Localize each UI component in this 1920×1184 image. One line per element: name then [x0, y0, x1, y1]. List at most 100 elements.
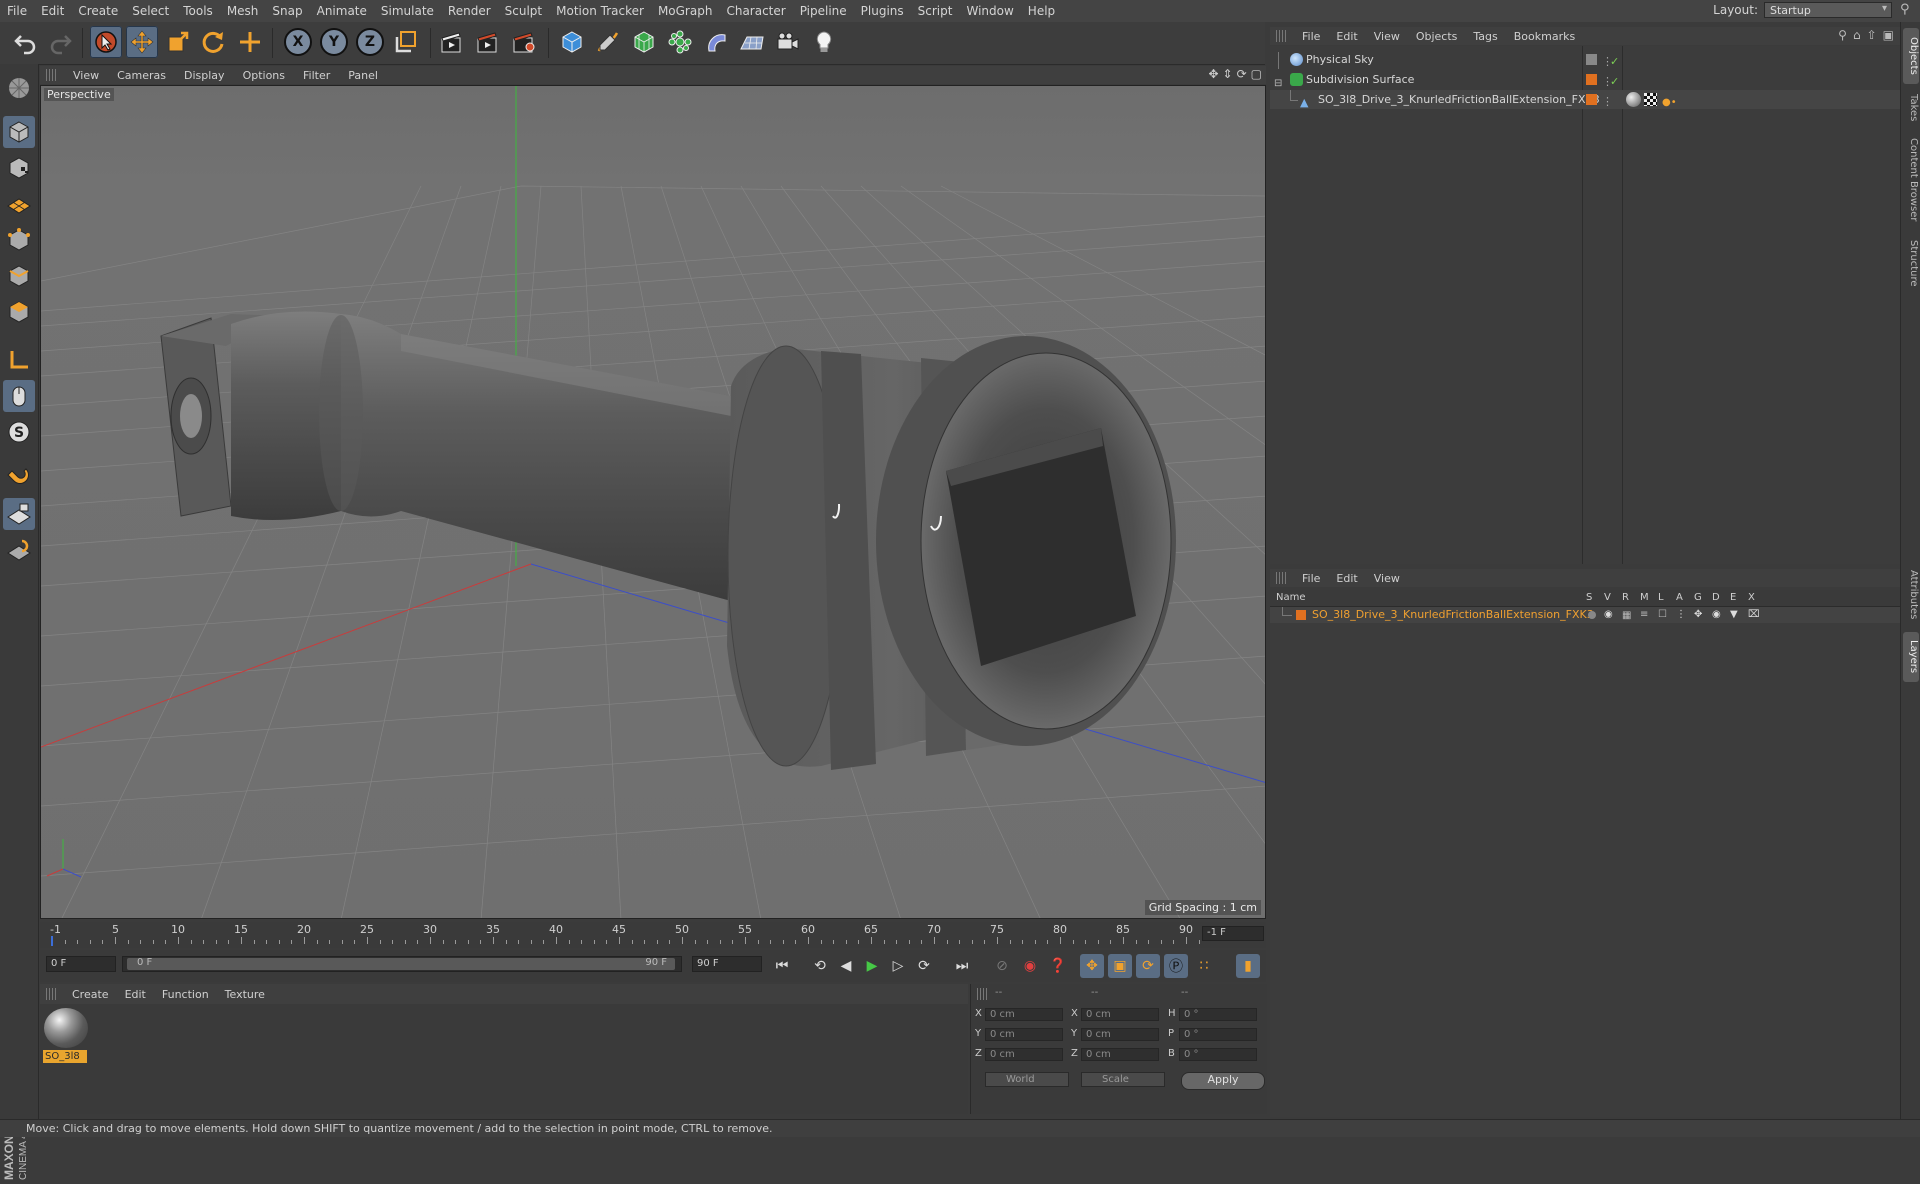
- om-menu-view[interactable]: View: [1366, 30, 1408, 43]
- rot-h-field[interactable]: 0 °: [1179, 1008, 1257, 1021]
- enabled-check-icon[interactable]: ✓: [1610, 52, 1619, 71]
- size-x-field[interactable]: 0 cm: [1081, 1008, 1159, 1021]
- lock-icon[interactable]: ☐: [1658, 609, 1667, 620]
- start-frame-field[interactable]: 0 F: [46, 956, 116, 972]
- x-axis-lock-button[interactable]: X: [282, 26, 314, 58]
- tab-takes[interactable]: Takes: [1903, 86, 1919, 130]
- camera-button[interactable]: [772, 26, 804, 58]
- om-menu-objects[interactable]: Objects: [1408, 30, 1466, 43]
- lm-menu-edit[interactable]: Edit: [1328, 572, 1365, 585]
- om-menu-tags[interactable]: Tags: [1465, 30, 1505, 43]
- viewport-menu-display[interactable]: Display: [175, 69, 234, 82]
- texture-tag-icon[interactable]: [1626, 92, 1641, 107]
- render-settings-button[interactable]: [508, 26, 540, 58]
- render-icon[interactable]: ▦: [1622, 610, 1631, 621]
- layout-dropdown[interactable]: Startup: [1764, 2, 1892, 18]
- autokey-button[interactable]: ◉: [1018, 954, 1042, 978]
- column-deformers[interactable]: D: [1712, 592, 1720, 603]
- move-tool-button[interactable]: [126, 26, 158, 58]
- panel-grip-icon[interactable]: [977, 988, 987, 1000]
- snapping-button[interactable]: S: [3, 416, 35, 448]
- viewport-menu-cameras[interactable]: Cameras: [108, 69, 175, 82]
- pos-y-field[interactable]: 0 cm: [985, 1028, 1063, 1041]
- menu-file[interactable]: File: [0, 4, 34, 18]
- apply-button[interactable]: Apply: [1181, 1072, 1265, 1090]
- render-view-button[interactable]: [436, 26, 468, 58]
- deformer-button[interactable]: [700, 26, 732, 58]
- z-axis-lock-button[interactable]: Z: [354, 26, 386, 58]
- menu-script[interactable]: Script: [911, 4, 960, 18]
- menu-tools[interactable]: Tools: [176, 4, 220, 18]
- perspective-viewport[interactable]: Perspective Grid Spacing : 1 cm: [40, 85, 1266, 919]
- rotate-tool-button[interactable]: [198, 26, 230, 58]
- pan-icon[interactable]: ✥: [1208, 67, 1218, 81]
- object-row-subdivision-surface[interactable]: ⊟ Subdivision Surface ⋮ ✓: [1270, 70, 1900, 89]
- size-mode-dropdown[interactable]: Scale: [1081, 1072, 1165, 1087]
- layer-row[interactable]: SO_3l8_Drive_3_KnurledFrictionBallExtens…: [1270, 607, 1900, 623]
- manager-icon[interactable]: ≡: [1640, 609, 1648, 620]
- layer-color-icon[interactable]: [1586, 74, 1597, 85]
- menu-sculpt[interactable]: Sculpt: [498, 4, 549, 18]
- menu-animate[interactable]: Animate: [310, 4, 374, 18]
- eye-icon[interactable]: ◉: [1604, 609, 1613, 620]
- floor-button[interactable]: [736, 26, 768, 58]
- column-solo[interactable]: S: [1586, 592, 1592, 603]
- timeline-ruler[interactable]: -1 5 10 15 20 25 30 35 40 45 50 55 60 65…: [40, 922, 1266, 948]
- viewport-menu-view[interactable]: View: [64, 69, 108, 82]
- search-icon[interactable]: ⚲: [1900, 2, 1916, 18]
- generator-icon[interactable]: ✥: [1694, 609, 1702, 620]
- menu-mograph[interactable]: MoGraph: [651, 4, 720, 18]
- live-selection-button[interactable]: [90, 26, 122, 58]
- render-picture-viewer-button[interactable]: [472, 26, 504, 58]
- column-view[interactable]: V: [1604, 592, 1611, 603]
- enable-axis-button[interactable]: [3, 344, 35, 376]
- material-menu-edit[interactable]: Edit: [117, 988, 154, 1001]
- subdivision-surface-button[interactable]: [628, 26, 660, 58]
- rot-p-field[interactable]: 0 °: [1179, 1028, 1257, 1041]
- orbit-icon[interactable]: ⟳: [1237, 67, 1247, 81]
- viewport-menu-panel[interactable]: Panel: [339, 69, 387, 82]
- go-to-start-button[interactable]: ⏮: [770, 954, 794, 978]
- expression-icon[interactable]: ▼: [1730, 609, 1738, 620]
- previous-frame-button[interactable]: ◀: [834, 954, 858, 978]
- menu-select[interactable]: Select: [125, 4, 176, 18]
- scale-tool-button[interactable]: [162, 26, 194, 58]
- play-button[interactable]: ▶: [860, 954, 884, 978]
- layer-color-icon[interactable]: [1586, 94, 1597, 105]
- coordinate-system-button[interactable]: [390, 26, 422, 58]
- record-position-button[interactable]: ✥: [1080, 954, 1104, 978]
- om-menu-bookmarks[interactable]: Bookmarks: [1506, 30, 1583, 43]
- record-parameters-button[interactable]: Ⓟ: [1164, 954, 1188, 978]
- column-expressions[interactable]: E: [1730, 592, 1736, 603]
- column-animation[interactable]: A: [1676, 592, 1683, 603]
- edges-mode-button[interactable]: [3, 260, 35, 292]
- magnet-button[interactable]: [3, 462, 35, 494]
- tweak-mode-button[interactable]: [3, 380, 35, 412]
- light-button[interactable]: [808, 26, 840, 58]
- menu-simulate[interactable]: Simulate: [374, 4, 441, 18]
- om-menu-file[interactable]: File: [1294, 30, 1328, 43]
- menu-pipeline[interactable]: Pipeline: [793, 4, 854, 18]
- material-menu-create[interactable]: Create: [64, 988, 117, 1001]
- visibility-dots-icon[interactable]: ⋮: [1602, 92, 1613, 111]
- enabled-check-icon[interactable]: ✓: [1610, 72, 1619, 91]
- polygons-mode-button[interactable]: [3, 296, 35, 328]
- material-menu-function[interactable]: Function: [154, 988, 217, 1001]
- menu-character[interactable]: Character: [719, 4, 792, 18]
- menu-window[interactable]: Window: [959, 4, 1020, 18]
- tab-attributes[interactable]: Attributes: [1903, 562, 1919, 628]
- viewport-menu-options[interactable]: Options: [234, 69, 294, 82]
- recent-tool-button[interactable]: [234, 26, 266, 58]
- points-mode-button[interactable]: [3, 224, 35, 256]
- tab-content-browser[interactable]: Content Browser: [1903, 132, 1919, 228]
- xref-icon[interactable]: ⌧: [1748, 609, 1760, 620]
- pos-x-field[interactable]: 0 cm: [985, 1008, 1063, 1021]
- panel-grip-icon[interactable]: [1276, 30, 1286, 42]
- column-generators[interactable]: G: [1694, 592, 1702, 603]
- layer-tag-icon[interactable]: [1586, 54, 1597, 65]
- rot-b-field[interactable]: 0 °: [1179, 1048, 1257, 1061]
- deformer-icon[interactable]: ◉: [1712, 609, 1721, 620]
- checker-tag-icon[interactable]: [1644, 93, 1657, 106]
- menu-mesh[interactable]: Mesh: [220, 4, 266, 18]
- panel-grip-icon[interactable]: [46, 988, 56, 1000]
